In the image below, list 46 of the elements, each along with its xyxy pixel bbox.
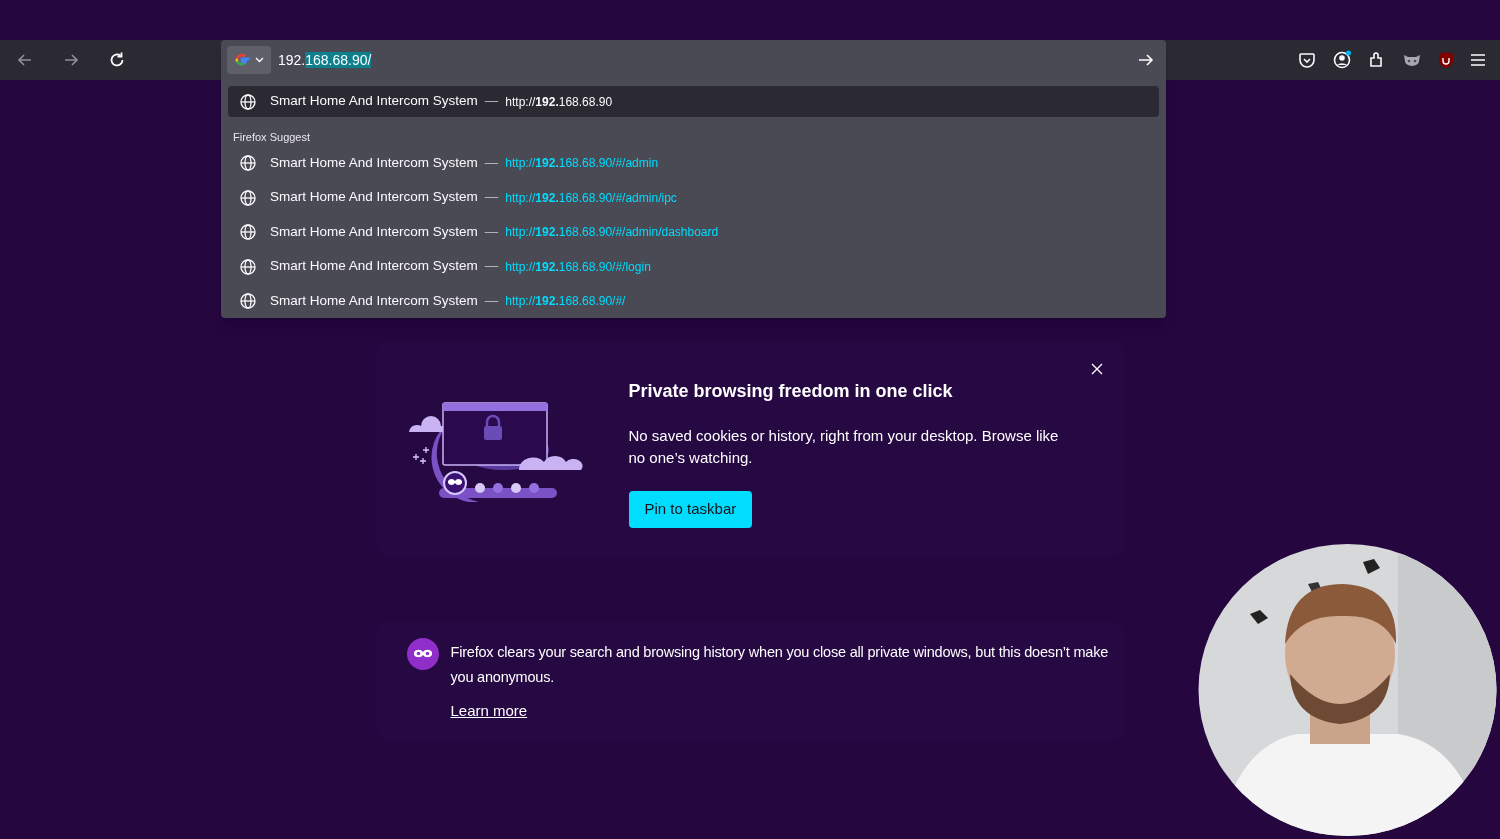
globe-icon [240,155,256,171]
suggestion-title: Smart Home And Intercom System [270,291,478,310]
separator: — [484,222,499,241]
suggestion-url: http://192.168.68.90/#/admin [505,155,659,172]
suggestion-url: http://192.168.68.90/#/admin/dashboard [505,224,719,241]
suggestion-url: http://192.168.68.90/#/ [505,293,626,310]
group-heading: Firefox Suggest [233,130,312,145]
suggestion-row[interactable]: Smart Home And Intercom System — http://192.168.68.90/#/login [228,251,1159,282]
promo-title: Private browsing freedom in one click [628,380,953,403]
shield-icon[interactable] [1438,51,1454,69]
learn-more-link[interactable]: Learn more [450,700,528,723]
suggestion-title: Smart Home And Intercom System [270,92,478,111]
reload-icon[interactable] [108,51,126,69]
suggestion-url: http://192.168.68.90/#/admin/ipc [505,189,677,207]
separator: — [484,188,499,207]
notice-text: Firefox clears your search and browsing history when you close all private windows, but this doesn’t make you anonymous. [450,643,1110,687]
suggestion-row[interactable]: Smart Home And Intercom System — http://192.168.68.90/#/ [228,285,1159,317]
suggestion-row[interactable]: Smart Home And Intercom System — http://192.168.68.90/#/admin/ipc [228,182,1159,213]
globe-icon [240,293,256,309]
suggestion-row[interactable]: Smart Home And Intercom System — http://192.168.68.90/#/admin [228,147,1159,179]
pin-button[interactable]: Pin to taskbar [628,491,753,528]
suggestion-title: Smart Home And Intercom System [270,153,478,172]
suggestion-row[interactable]: Smart Home And Intercom System — http://192.168.68.90 [228,86,1159,117]
suggestion-title: Smart Home And Intercom System [270,188,478,207]
globe-icon [240,224,256,240]
menu-icon[interactable] [1470,53,1486,67]
globe-icon [240,93,256,110]
promo-text: No saved cookies or history, right from your desktop. Browse like no one’s watching. [628,426,1059,468]
suggestion-url: http://192.168.68.90/#/login [505,258,651,276]
chevron-down-icon [255,57,264,63]
suggestion-row[interactable]: Smart Home And Intercom System — http://192.168.68.90/#/admin/dashboard [228,216,1159,248]
close-icon[interactable] [1090,363,1103,375]
suggestion-title: Smart Home And Intercom System [270,257,478,276]
separator: — [484,92,499,111]
account-icon[interactable] [1332,50,1352,70]
suggestion-url: http://192.168.68.90 [505,93,613,111]
go-arrow-icon[interactable] [1138,53,1154,67]
private-mask-icon [406,638,439,670]
animal-head-icon[interactable] [1402,52,1422,68]
separator: — [484,291,499,310]
globe-icon [240,258,256,275]
separator: — [484,153,499,172]
pocket-icon[interactable] [1298,51,1316,69]
separator: — [484,257,499,276]
globe-icon [240,189,256,206]
suggestion-title: Smart Home And Intercom System [270,222,478,241]
